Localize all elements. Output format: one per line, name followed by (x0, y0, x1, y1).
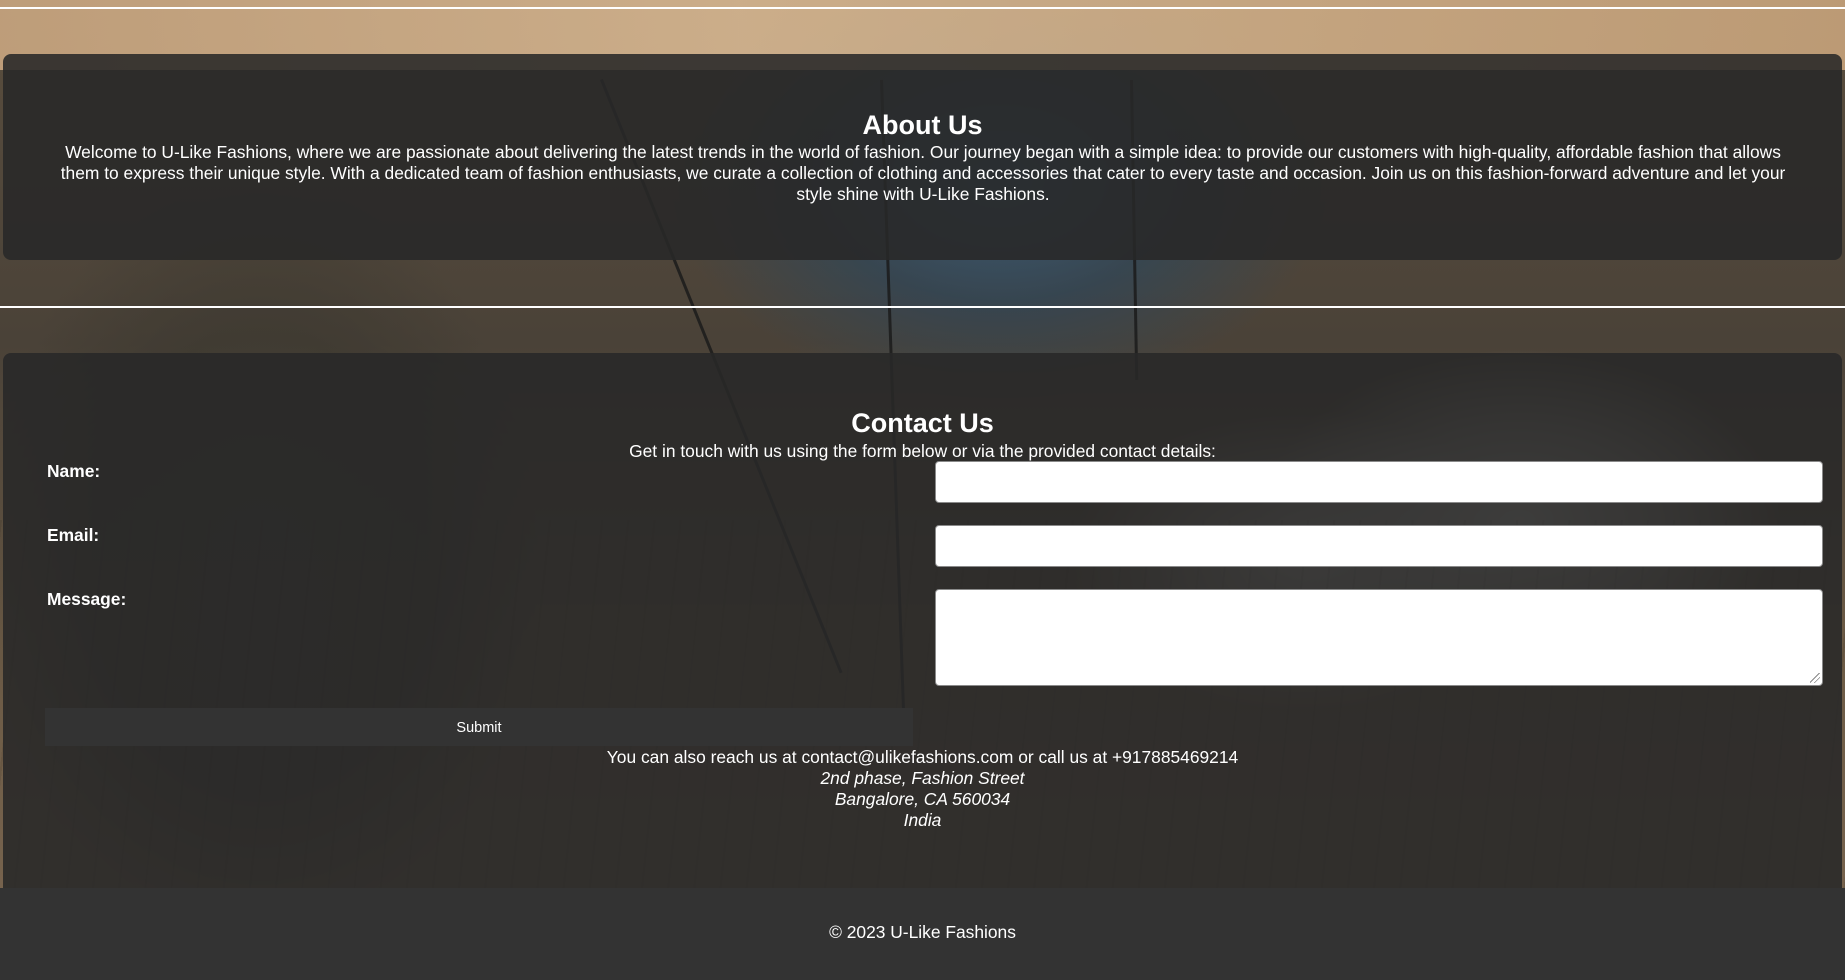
message-field[interactable] (935, 589, 1823, 686)
name-label: Name: (47, 461, 101, 481)
page-footer: © 2023 U-Like Fashions (0, 888, 1845, 980)
address-line-2: Bangalore, CA 560034 (834, 789, 1011, 809)
contact-details: You can also reach us at contact@ulikefa… (606, 747, 1239, 767)
submit-button[interactable]: Submit (45, 708, 913, 746)
about-title: About Us (862, 110, 983, 140)
about-text: Welcome to U-Like Fashions, where we are… (60, 142, 1786, 204)
contact-address: 2nd phase, Fashion Street Bangalore, CA … (3, 768, 1842, 831)
address-line-3: India (903, 810, 942, 830)
address-line-1: 2nd phase, Fashion Street (820, 768, 1025, 788)
name-field[interactable] (935, 461, 1823, 503)
copyright-text: © 2023 U-Like Fashions (829, 922, 1016, 942)
email-label: Email: (47, 525, 100, 545)
contact-intro: Get in touch with us using the form belo… (629, 441, 1216, 461)
message-label: Message: (47, 589, 127, 609)
about-section: About Us Welcome to U-Like Fashions, whe… (3, 54, 1842, 260)
contact-section: Contact Us Get in touch with us using th… (3, 353, 1842, 888)
divider-top (0, 7, 1845, 9)
resize-handle-icon[interactable] (1810, 673, 1820, 683)
contact-title: Contact Us (851, 408, 994, 438)
email-field[interactable] (935, 525, 1823, 567)
divider-middle (0, 306, 1845, 308)
